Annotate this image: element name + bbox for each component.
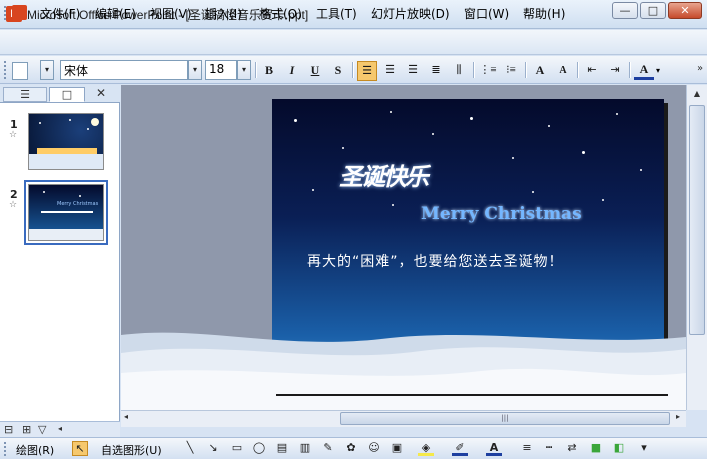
bullets-icon[interactable]: ⁝≡	[501, 61, 521, 81]
toolbar-options-icon[interactable]: »	[697, 63, 703, 74]
picture-icon[interactable]: ▣	[389, 441, 405, 456]
arrow-icon[interactable]: ↘	[205, 441, 221, 456]
align-left-icon[interactable]: ☰	[357, 61, 377, 81]
toolbar-separator	[255, 62, 256, 78]
scroll-right-icon[interactable]: ▸	[676, 412, 680, 421]
menu-slideshow[interactable]: 幻灯片放映(D)	[371, 5, 450, 22]
menu-bar	[0, 30, 707, 55]
align-center-icon[interactable]: ☰	[380, 61, 400, 81]
scroll-up-icon[interactable]: ▲	[689, 86, 705, 102]
drawbar-grip-handle[interactable]	[4, 442, 8, 456]
draw-menu-button[interactable]: 绘图(R)	[16, 442, 54, 458]
thumb-caption: Merry Christmas	[57, 201, 99, 207]
increase-indent-icon[interactable]: ⇥	[605, 61, 625, 81]
select-arrow-icon[interactable]: ↖	[72, 441, 88, 456]
drawbar-options-icon[interactable]: ▾	[636, 441, 652, 456]
menu-view[interactable]: 视图(V)	[150, 5, 192, 22]
menu-file[interactable]: 文件(F)	[40, 5, 80, 22]
shadow-style-icon[interactable]: ■	[588, 441, 604, 456]
italic-button[interactable]: I	[282, 61, 302, 81]
autoshapes-menu-button[interactable]: 自选图形(U)	[101, 442, 162, 458]
tab-slides[interactable]: □	[49, 87, 85, 102]
vertical-scroll-thumb[interactable]	[689, 105, 705, 335]
toolbar-separator	[525, 62, 526, 78]
menu-help[interactable]: 帮助(H)	[523, 5, 565, 22]
font-color-dropdown-icon[interactable]: ▾	[656, 66, 660, 75]
menu-grip-handle[interactable]	[4, 6, 8, 20]
oval-icon[interactable]: ◯	[251, 441, 267, 456]
font-color-icon[interactable]: A	[486, 441, 502, 456]
dash-style-icon[interactable]: ┅	[541, 441, 557, 456]
distribute-icon[interactable]: ≣	[426, 61, 446, 81]
shadow-button[interactable]: S	[328, 61, 348, 81]
line-style-icon[interactable]: ≡	[519, 441, 535, 456]
tab-outline[interactable]: ☰	[3, 87, 47, 102]
animation-star-icon: ☆	[9, 130, 18, 140]
numbering-icon[interactable]: ⋮≡	[478, 61, 498, 81]
slide-subtitle[interactable]: 再大的“困难”，也要给您送去圣诞物！	[307, 251, 564, 271]
clipart-icon[interactable]: ☺	[366, 441, 382, 456]
grow-font-button[interactable]: A	[530, 61, 550, 81]
line-icon[interactable]: ╲	[182, 441, 198, 456]
new-doc-icon[interactable]	[12, 62, 28, 80]
toolbar-separator	[473, 62, 474, 78]
menu-insert[interactable]: 插入(I)	[205, 5, 242, 22]
wordart-icon[interactable]: ✎	[320, 441, 336, 456]
menu-format[interactable]: 格式(O)	[259, 5, 302, 22]
normal-view-icon[interactable]: ⊟	[4, 423, 13, 436]
horizontal-scroll-thumb[interactable]: |||	[340, 412, 670, 425]
shrink-font-button[interactable]: A	[553, 61, 573, 81]
minimize-button[interactable]: —	[612, 2, 638, 19]
menu-tools[interactable]: 工具(T)	[316, 5, 357, 22]
slideshow-view-icon[interactable]: ▽	[38, 423, 46, 436]
font-name-box[interactable]: 宋体	[60, 60, 188, 80]
font-name-dropdown-icon[interactable]: ▾	[188, 60, 202, 80]
toolbar-separator	[629, 62, 630, 78]
slide-thumbnail-1[interactable]	[28, 113, 104, 170]
vertical-textbox-icon[interactable]: ▥	[297, 441, 313, 456]
font-size-box[interactable]: 18	[205, 60, 237, 80]
arrow-style-icon[interactable]: ⇄	[564, 441, 580, 456]
fill-color-icon[interactable]: ◈	[418, 441, 434, 456]
text-direction-icon[interactable]: ⫼	[449, 61, 469, 81]
snow-drift-image[interactable]	[121, 325, 686, 410]
decrease-indent-icon[interactable]: ⇤	[582, 61, 602, 81]
slide-sorter-icon[interactable]: ⊞	[22, 423, 31, 436]
menu-window[interactable]: 窗口(W)	[464, 5, 509, 22]
textbox-icon[interactable]: ▤	[274, 441, 290, 456]
maximize-button[interactable]: □	[640, 2, 666, 19]
new-doc-dropdown-icon[interactable]: ▾	[40, 60, 54, 80]
scroll-left-icon[interactable]: ◂	[58, 424, 62, 433]
animation-star-icon: ☆	[9, 200, 18, 210]
bold-button[interactable]: B	[259, 61, 279, 81]
toolbar-grip-handle[interactable]	[4, 61, 8, 79]
slide-thumbnail-2[interactable]: Merry Christmas	[28, 184, 104, 241]
font-color-button[interactable]: A	[634, 60, 654, 80]
merry-christmas-heading[interactable]: Merry Christmas	[421, 204, 582, 224]
close-button[interactable]: ✕	[668, 2, 702, 19]
rectangle-icon[interactable]: ▭	[229, 441, 245, 456]
menu-edit[interactable]: 编辑(E)	[95, 5, 136, 22]
document-icon[interactable]	[12, 5, 27, 20]
scroll-left-icon[interactable]: ◂	[124, 412, 128, 421]
toolbar-separator	[352, 62, 353, 78]
toolbar-separator	[577, 62, 578, 78]
slide-editing-canvas[interactable]: 圣诞快乐 Merry Christmas 再大的“困难”，也要给您送去圣诞物！	[121, 85, 686, 410]
greeting-wordart[interactable]: 圣诞快乐	[339, 157, 429, 192]
close-icon[interactable]: ✕	[96, 86, 106, 100]
line-color-icon[interactable]: ✐	[452, 441, 468, 456]
align-right-icon[interactable]: ☰	[403, 61, 423, 81]
underline-button[interactable]: U	[305, 61, 325, 81]
font-size-dropdown-icon[interactable]: ▾	[237, 60, 251, 80]
diagram-icon[interactable]: ✿	[343, 441, 359, 456]
3d-style-icon[interactable]: ◧	[611, 441, 627, 456]
